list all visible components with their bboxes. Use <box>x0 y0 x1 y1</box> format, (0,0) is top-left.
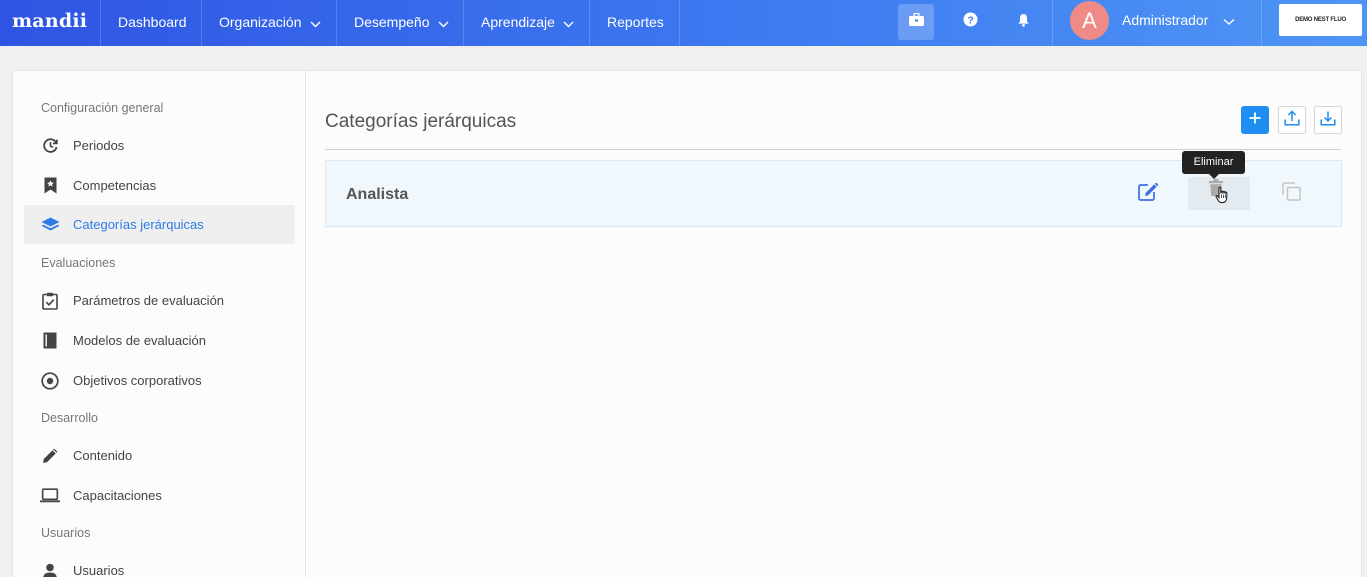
trash-icon <box>1207 178 1231 209</box>
sidebar-item-capacitaciones[interactable]: Capacitaciones <box>24 476 295 515</box>
main-card: Configuración general Periodos Competenc… <box>12 70 1362 577</box>
chevron-down-icon <box>438 1 449 45</box>
nav-divider <box>679 0 680 46</box>
sidebar-item-contenido[interactable]: Contenido <box>24 436 295 475</box>
sidebar-item-label: Capacitaciones <box>73 488 162 503</box>
section-usuarios: Usuarios <box>41 526 91 540</box>
sidebar-item-categorias[interactable]: Categorías jerárquicas <box>24 205 295 244</box>
briefcase-icon <box>908 12 924 31</box>
sidebar-item-objetivos[interactable]: Objetivos corporativos <box>24 361 295 400</box>
nav-organizacion-label: Organización <box>219 14 302 30</box>
chevron-down-icon <box>310 1 321 45</box>
edit-button[interactable] <box>1117 177 1179 210</box>
edit-icon <box>1137 182 1159 206</box>
delete-button[interactable] <box>1188 177 1250 210</box>
sidebar-item-label: Competencias <box>73 178 157 193</box>
sidebar-item-modelos[interactable]: Modelos de evaluación <box>24 321 295 360</box>
add-button[interactable] <box>1241 106 1269 134</box>
sidebar: Configuración general Periodos Competenc… <box>13 71 306 577</box>
sidebar-item-label: Categorías jerárquicas <box>73 217 204 232</box>
sidebar-item-periodos[interactable]: Periodos <box>24 126 295 165</box>
nav-divider <box>100 0 101 46</box>
plus-icon <box>1249 111 1261 129</box>
chevron-down-icon[interactable] <box>1223 13 1235 31</box>
nav-divider <box>463 0 464 46</box>
upload-icon <box>1284 109 1300 131</box>
section-evaluaciones: Evaluaciones <box>41 256 116 270</box>
help-button[interactable]: ? <box>952 4 988 40</box>
sidebar-item-label: Usuarios <box>73 563 125 577</box>
notifications-button[interactable] <box>1005 4 1041 40</box>
nav-dashboard[interactable]: Dashboard <box>118 0 187 46</box>
chevron-down-icon <box>563 1 574 45</box>
download-icon <box>1320 110 1336 131</box>
sidebar-item-label: Objetivos corporativos <box>73 373 202 388</box>
nav-desempeno-label: Desempeño <box>354 14 430 30</box>
pencil-icon <box>40 446 60 466</box>
sidebar-item-label: Modelos de evaluación <box>73 333 206 348</box>
sidebar-item-label: Periodos <box>73 138 125 153</box>
top-navbar: mandii Dashboard Organización Desempeño … <box>0 0 1367 46</box>
app-logo[interactable]: mandii <box>12 10 87 32</box>
layers-icon <box>40 215 60 235</box>
nav-divider <box>1261 0 1262 46</box>
clipboard-check-icon <box>40 291 60 311</box>
laptop-icon <box>40 486 60 506</box>
nav-divider <box>201 0 202 46</box>
sidebar-item-parametros[interactable]: Parámetros de evaluación <box>24 281 295 320</box>
category-name: Analista <box>346 186 409 203</box>
section-configuracion-general: Configuración general <box>41 101 164 115</box>
book-icon <box>40 331 60 351</box>
duplicate-button[interactable] <box>1260 177 1322 210</box>
company-logo: DEMO NEST FLUO <box>1279 4 1362 36</box>
history-icon <box>40 136 60 156</box>
nav-divider <box>1052 0 1053 46</box>
bell-icon <box>1017 13 1030 32</box>
download-button[interactable] <box>1314 106 1342 134</box>
sidebar-item-label: Contenido <box>73 448 133 463</box>
target-icon <box>40 371 60 391</box>
user-icon <box>40 561 60 577</box>
briefcase-button[interactable] <box>898 4 934 40</box>
user-avatar[interactable]: A <box>1070 1 1109 40</box>
nav-reportes[interactable]: Reportes <box>607 0 664 46</box>
upload-button[interactable] <box>1278 106 1306 134</box>
nav-aprendizaje[interactable]: Aprendizaje <box>481 0 574 46</box>
bookmark-star-icon <box>40 176 60 196</box>
nav-divider <box>336 0 337 46</box>
sidebar-item-competencias[interactable]: Competencias <box>24 166 295 205</box>
sidebar-item-label: Parámetros de evaluación <box>73 293 225 308</box>
title-divider <box>325 149 1341 150</box>
nav-organizacion[interactable]: Organización <box>219 0 321 46</box>
nav-desempeno[interactable]: Desempeño <box>354 0 449 46</box>
section-desarrollo: Desarrollo <box>41 411 98 425</box>
user-name[interactable]: Administrador <box>1122 0 1208 40</box>
delete-tooltip: Eliminar <box>1182 151 1245 174</box>
svg-text:?: ? <box>967 15 973 26</box>
nav-aprendizaje-label: Aprendizaje <box>481 14 555 30</box>
nav-divider <box>589 0 590 46</box>
page-title: Categorías jerárquicas <box>325 111 517 132</box>
copy-icon <box>1281 181 1301 206</box>
sidebar-item-usuarios[interactable]: Usuarios <box>24 551 295 577</box>
help-icon: ? <box>963 12 978 32</box>
tooltip-arrow <box>1209 174 1219 179</box>
